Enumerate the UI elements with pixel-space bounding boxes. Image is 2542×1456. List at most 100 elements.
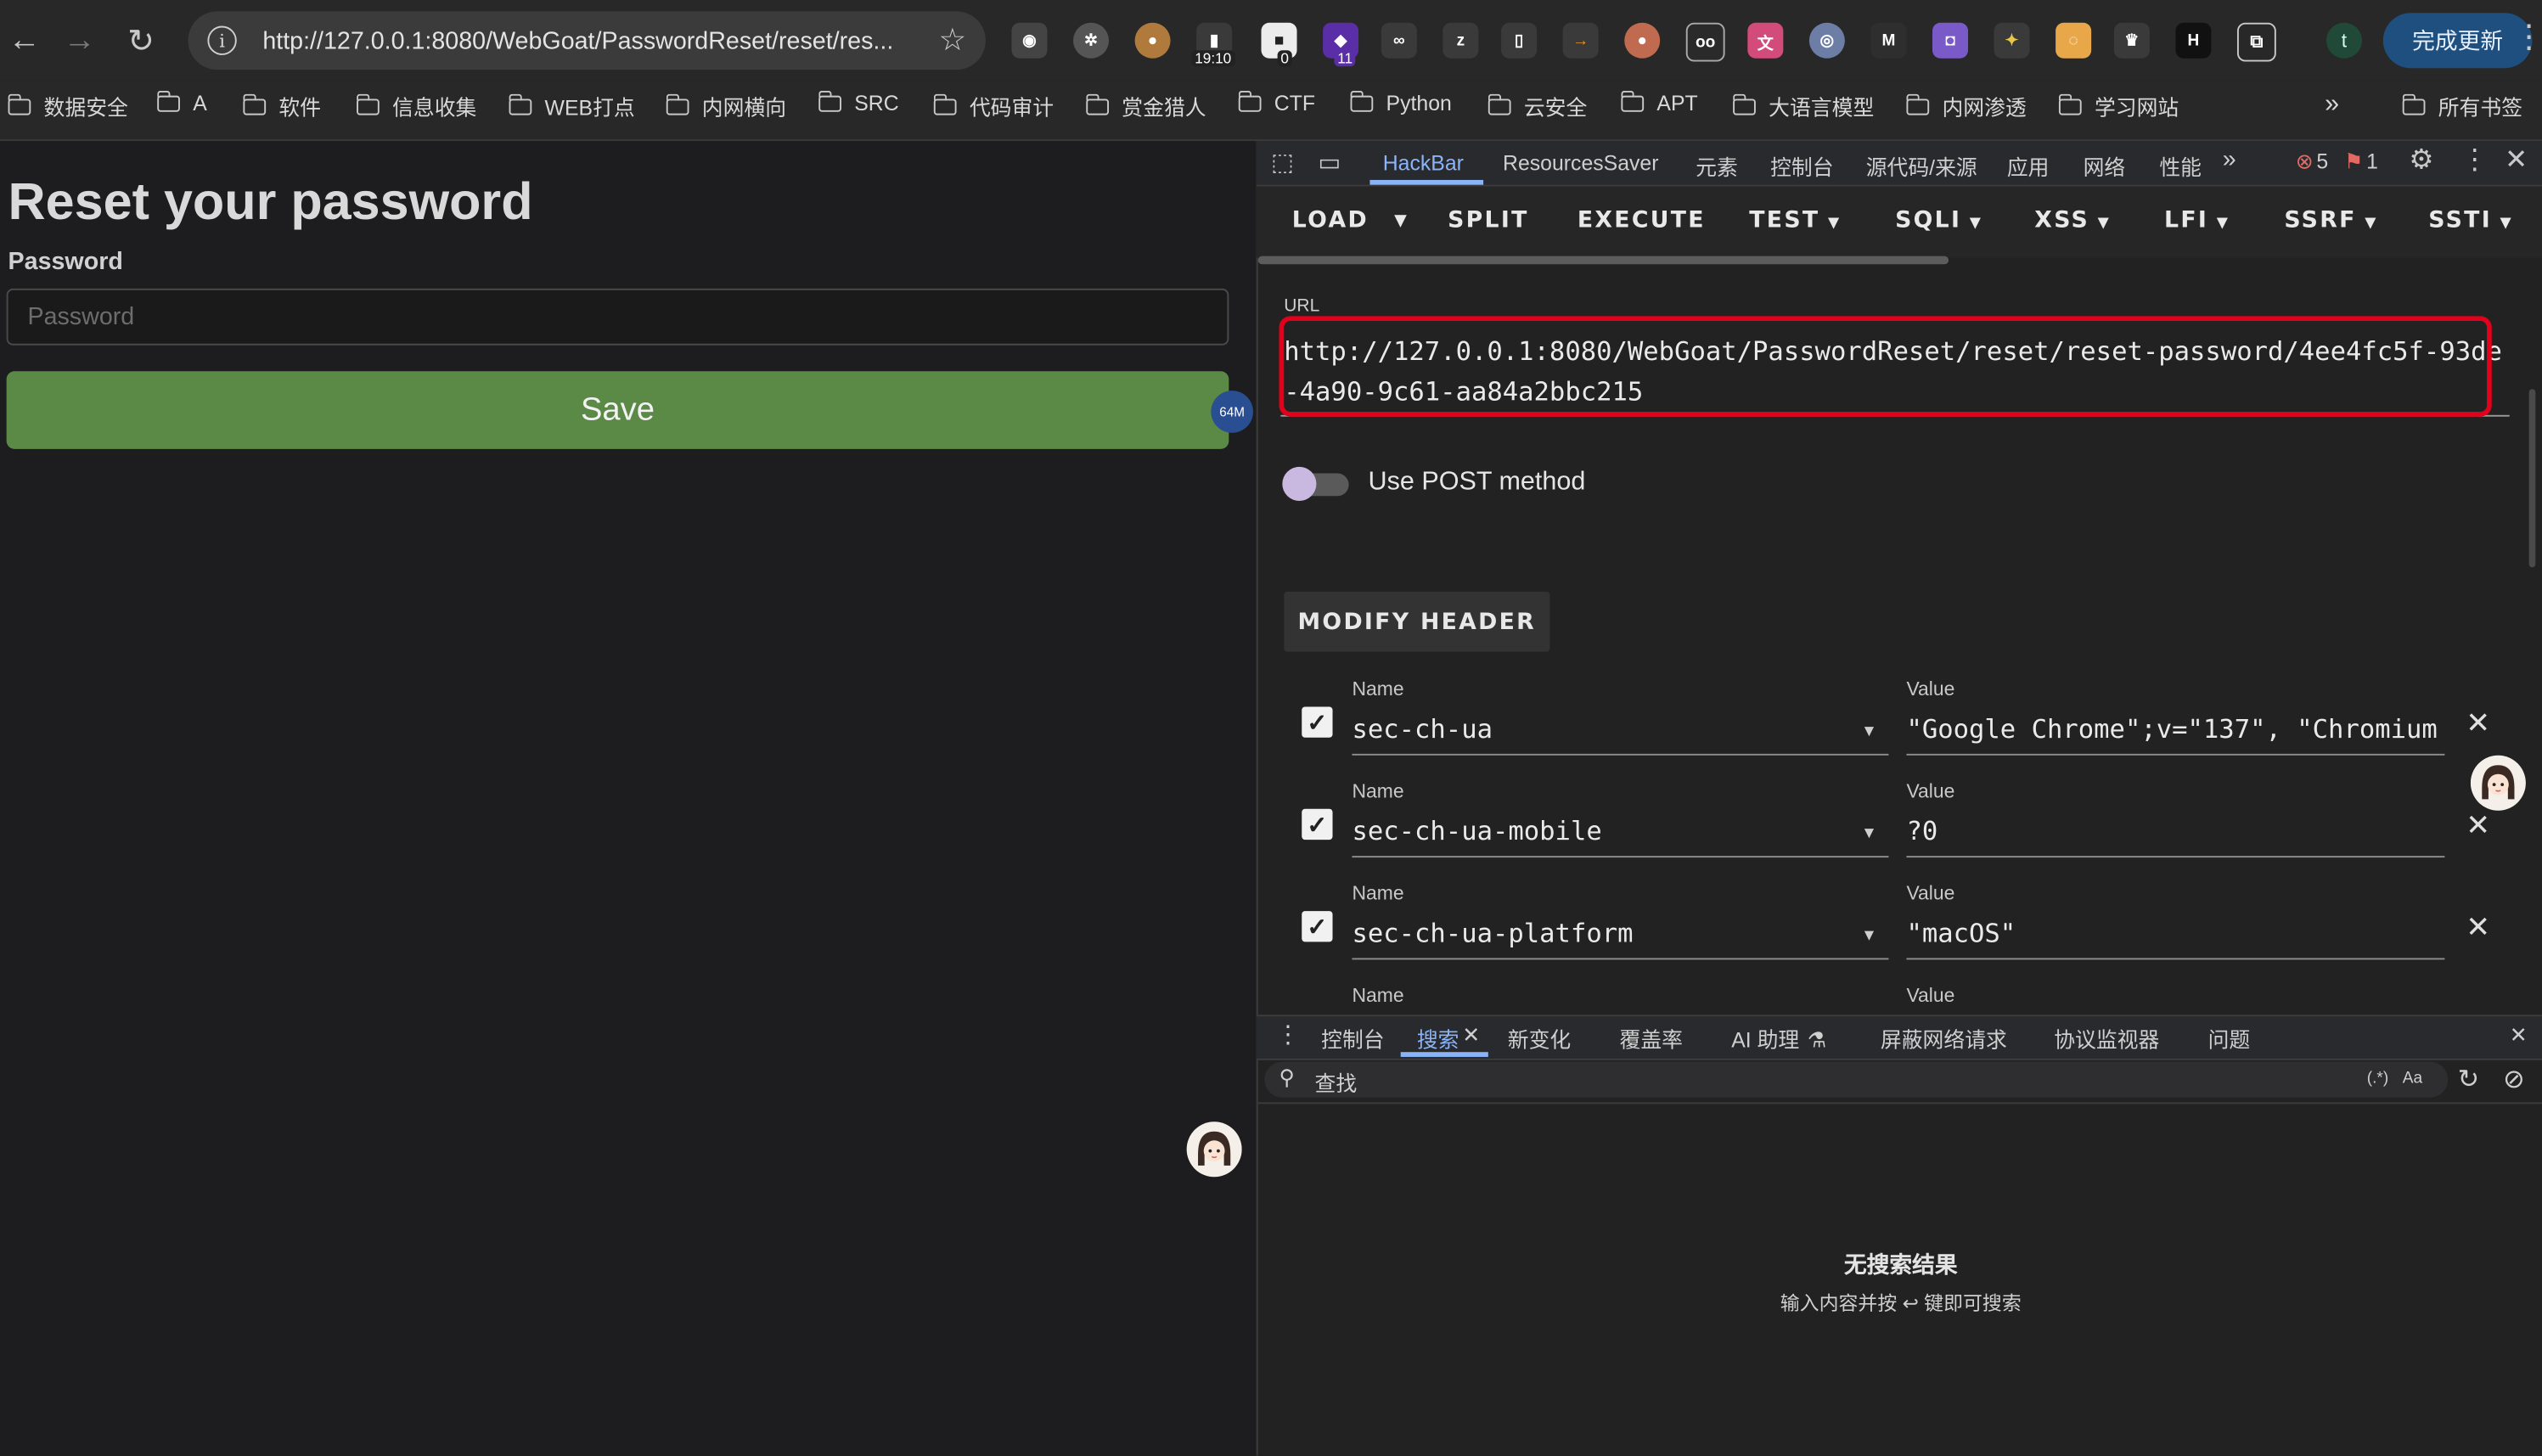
forward-arrow-icon[interactable]: →: [55, 16, 104, 65]
bookmark-folder[interactable]: SRC: [818, 89, 899, 115]
extension-icon[interactable]: ◎: [1808, 22, 1845, 59]
back-arrow-icon[interactable]: ←: [0, 16, 48, 65]
search-input[interactable]: 查找: [1315, 1066, 1358, 1097]
test-menu-button[interactable]: TEST ▼: [1749, 207, 1841, 233]
inspect-element-icon[interactable]: ⬚: [1271, 148, 1294, 177]
drawer-tab-changes[interactable]: 新变化: [1508, 1023, 1571, 1054]
match-case-toggle[interactable]: Aa: [2403, 1070, 2422, 1088]
regex-toggle[interactable]: (.*): [2367, 1070, 2388, 1088]
ssrf-menu-button[interactable]: SSRF ▼: [2284, 207, 2377, 233]
devtools-menu-icon[interactable]: ⋮: [2460, 144, 2488, 177]
drawer-tab-coverage[interactable]: 覆盖率: [1619, 1023, 1682, 1054]
execute-button[interactable]: EXECUTE: [1578, 207, 1706, 233]
close-drawer-icon[interactable]: ✕: [2510, 1023, 2528, 1049]
bookmark-folder[interactable]: 数据安全: [7, 91, 128, 121]
bookmark-folder[interactable]: 内网横向: [665, 91, 786, 121]
header-name-field[interactable]: sec-ch-ua-platform: [1352, 918, 1633, 948]
bookmark-folder[interactable]: 信息收集: [356, 91, 476, 121]
close-search-tab-icon[interactable]: ✕: [1462, 1023, 1480, 1049]
tab-application[interactable]: 应用: [2007, 151, 2050, 182]
tab-resourcessaver[interactable]: ResourcesSaver: [1503, 151, 1659, 176]
bookmark-folder[interactable]: WEB打点: [508, 91, 635, 121]
vertical-scrollbar[interactable]: [2528, 389, 2536, 568]
js-extension-icon[interactable]: ▯: [1501, 22, 1538, 59]
save-button[interactable]: Save: [6, 371, 1229, 449]
load-dropdown-caret-icon[interactable]: ▼: [1394, 212, 1409, 230]
header-name-dropdown-icon[interactable]: ▼: [1861, 723, 1877, 741]
remove-header-icon[interactable]: ✕: [2466, 809, 2490, 843]
drawer-tab-search[interactable]: 搜索: [1417, 1023, 1459, 1054]
more-tabs-chevron-icon[interactable]: »: [2223, 146, 2236, 173]
bookmark-folder[interactable]: APT: [1620, 89, 1698, 115]
extension-icon[interactable]: H: [2175, 22, 2212, 59]
menu-kebab-icon[interactable]: ⋮: [2513, 16, 2542, 57]
header-name-field[interactable]: sec-ch-ua: [1352, 713, 1493, 744]
translate-extension-icon[interactable]: 文: [1747, 22, 1784, 59]
toggle-knob[interactable]: [1282, 466, 1317, 502]
modify-header-button[interactable]: MODIFY HEADER: [1284, 591, 1550, 652]
header-enabled-checkbox[interactable]: ✓: [1302, 911, 1333, 942]
header-enabled-checkbox[interactable]: ✓: [1302, 706, 1333, 738]
settings-gear-icon[interactable]: ⚙: [2409, 144, 2433, 177]
sqli-menu-button[interactable]: SQLI ▼: [1895, 207, 1982, 233]
reload-icon[interactable]: ↻: [116, 16, 165, 65]
cookie-extension-icon[interactable]: ●: [1134, 22, 1171, 59]
bookmark-folder[interactable]: 内网渗透: [1905, 91, 2027, 121]
password-input[interactable]: [6, 288, 1229, 346]
tab-performance[interactable]: 性能: [2159, 151, 2202, 182]
tab-sources[interactable]: 源代码/来源: [1866, 151, 1977, 182]
header-enabled-checkbox[interactable]: ✓: [1302, 808, 1333, 840]
drawer-tab-network-blocking[interactable]: 屏蔽网络请求: [1881, 1023, 2007, 1054]
extension-icon[interactable]: ✲: [1073, 22, 1110, 59]
profile-avatar[interactable]: t: [2325, 22, 2362, 59]
bookmark-folder[interactable]: A: [156, 89, 207, 115]
extension-icon[interactable]: →: [1562, 22, 1599, 59]
extension-icon[interactable]: ◘: [1932, 22, 1969, 59]
bookmark-folder[interactable]: 软件: [242, 91, 321, 121]
xss-menu-button[interactable]: XSS ▼: [2034, 207, 2111, 233]
header-value-field[interactable]: ?0: [1906, 815, 2444, 846]
split-button[interactable]: SPLIT: [1448, 207, 1529, 233]
search-bar[interactable]: [1264, 1061, 2449, 1098]
tab-console[interactable]: 控制台: [1770, 151, 1833, 182]
bookmark-folder[interactable]: 学习网站: [2057, 91, 2179, 121]
drawer-menu-icon[interactable]: ⋮: [1276, 1020, 1301, 1048]
refresh-search-icon[interactable]: ↻: [2458, 1064, 2480, 1096]
lfi-menu-button[interactable]: LFI ▼: [2164, 207, 2230, 233]
extension-icon[interactable]: ◉: [1011, 22, 1048, 59]
error-count[interactable]: ⊗ 5: [2296, 149, 2328, 176]
assistant-avatar[interactable]: [2470, 755, 2526, 811]
header-value-field[interactable]: "Google Chrome";v="137", "Chromium: [1906, 713, 2444, 744]
bookmark-folder[interactable]: 赏金猎人: [1085, 91, 1206, 121]
tab-network[interactable]: 网络: [2084, 151, 2126, 182]
bookmark-folder[interactable]: Python: [1349, 89, 1452, 115]
address-bar[interactable]: i http://127.0.0.1:8080/WebGoat/Password…: [188, 11, 986, 70]
header-name-dropdown-icon[interactable]: ▼: [1861, 927, 1877, 945]
extension-icon[interactable]: ♛: [2113, 22, 2150, 59]
tab-elements[interactable]: 元素: [1696, 151, 1738, 182]
horizontal-scrollbar[interactable]: [1257, 256, 1949, 265]
bookmark-star-icon[interactable]: ☆: [938, 22, 966, 59]
clear-search-icon[interactable]: ⊘: [2503, 1064, 2525, 1096]
extension-icon[interactable]: ◌: [2056, 22, 2092, 59]
extension-icon[interactable]: M: [1870, 22, 1907, 59]
header-name-dropdown-icon[interactable]: ▼: [1861, 825, 1877, 843]
extension-icon[interactable]: oo: [1685, 22, 1725, 62]
bookmarks-overflow-chevron-icon[interactable]: »: [2325, 91, 2339, 120]
drawer-tab-issues[interactable]: 问题: [2208, 1023, 2251, 1054]
bookmark-folder[interactable]: 大语言模型: [1732, 91, 1874, 121]
drawer-tab-protocol-monitor[interactable]: 协议监视器: [2054, 1023, 2159, 1054]
warning-count[interactable]: ⚑ 1: [2344, 149, 2378, 176]
extension-icon[interactable]: ∞: [1381, 22, 1417, 59]
device-toolbar-icon[interactable]: ▭: [1318, 148, 1341, 177]
assistant-avatar[interactable]: [1186, 1122, 1242, 1178]
bookmark-folder[interactable]: 代码审计: [932, 91, 1054, 121]
remove-header-icon[interactable]: ✕: [2466, 706, 2490, 740]
drawer-tab-ai-assistant[interactable]: AI 助理 ⚗: [1731, 1023, 1826, 1054]
extension-icon[interactable]: ✦: [1994, 22, 2030, 59]
drawer-tab-console[interactable]: 控制台: [1321, 1023, 1384, 1054]
header-name-field[interactable]: sec-ch-ua-mobile: [1352, 815, 1601, 846]
memory-badge[interactable]: 64M: [1211, 391, 1253, 433]
ssti-menu-button[interactable]: SSTI ▼: [2428, 207, 2513, 233]
bookmark-folder[interactable]: 云安全: [1487, 91, 1587, 121]
